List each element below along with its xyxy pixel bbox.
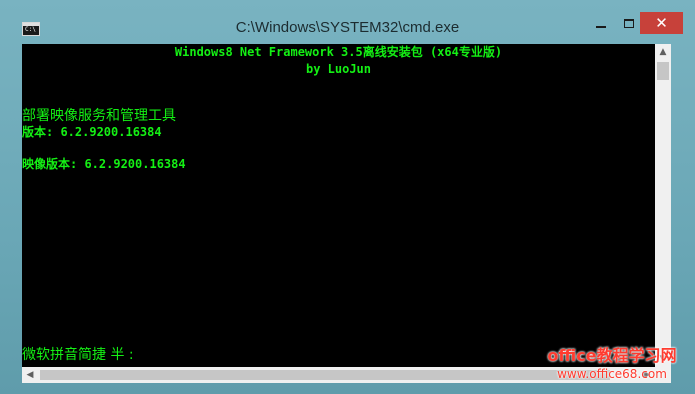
minimize-button[interactable] xyxy=(586,12,616,34)
console-header-line2: by LuoJun xyxy=(305,62,372,76)
image-version-text: 映像版本: 6.2.9200.16384 xyxy=(22,157,186,171)
vertical-scrollbar[interactable]: ▲ ▼ xyxy=(655,44,671,367)
scroll-up-icon[interactable]: ▲ xyxy=(655,44,671,60)
horizontal-scroll-thumb[interactable] xyxy=(40,370,610,380)
ime-status-text: 微软拼音简捷 半 : xyxy=(22,347,134,363)
maximize-icon xyxy=(624,18,634,28)
minimize-icon xyxy=(596,26,606,28)
scrollbar-corner xyxy=(655,367,671,383)
tool-name-text: 部署映像服务和管理工具 xyxy=(22,108,176,124)
console-output[interactable]: Windows8 Net Framework 3.5离线安装包 (x64专业版)… xyxy=(22,44,655,367)
scroll-right-icon[interactable]: ▶ xyxy=(639,367,655,383)
horizontal-scrollbar[interactable]: ◀ ▶ xyxy=(22,367,655,383)
vertical-scroll-thumb[interactable] xyxy=(657,62,669,80)
console-header-line1: Windows8 Net Framework 3.5离线安装包 (x64专业版) xyxy=(174,45,503,59)
close-icon: ✕ xyxy=(655,14,668,32)
close-button[interactable]: ✕ xyxy=(640,12,683,34)
cmd-window: C:\Windows\SYSTEM32\cmd.exe ✕ Windows8 N… xyxy=(0,0,695,394)
title-bar[interactable]: C:\Windows\SYSTEM32\cmd.exe ✕ xyxy=(0,0,695,44)
scroll-left-icon[interactable]: ◀ xyxy=(22,367,38,383)
scroll-down-icon[interactable]: ▼ xyxy=(655,351,671,367)
tool-version-text: 版本: 6.2.9200.16384 xyxy=(22,125,162,139)
